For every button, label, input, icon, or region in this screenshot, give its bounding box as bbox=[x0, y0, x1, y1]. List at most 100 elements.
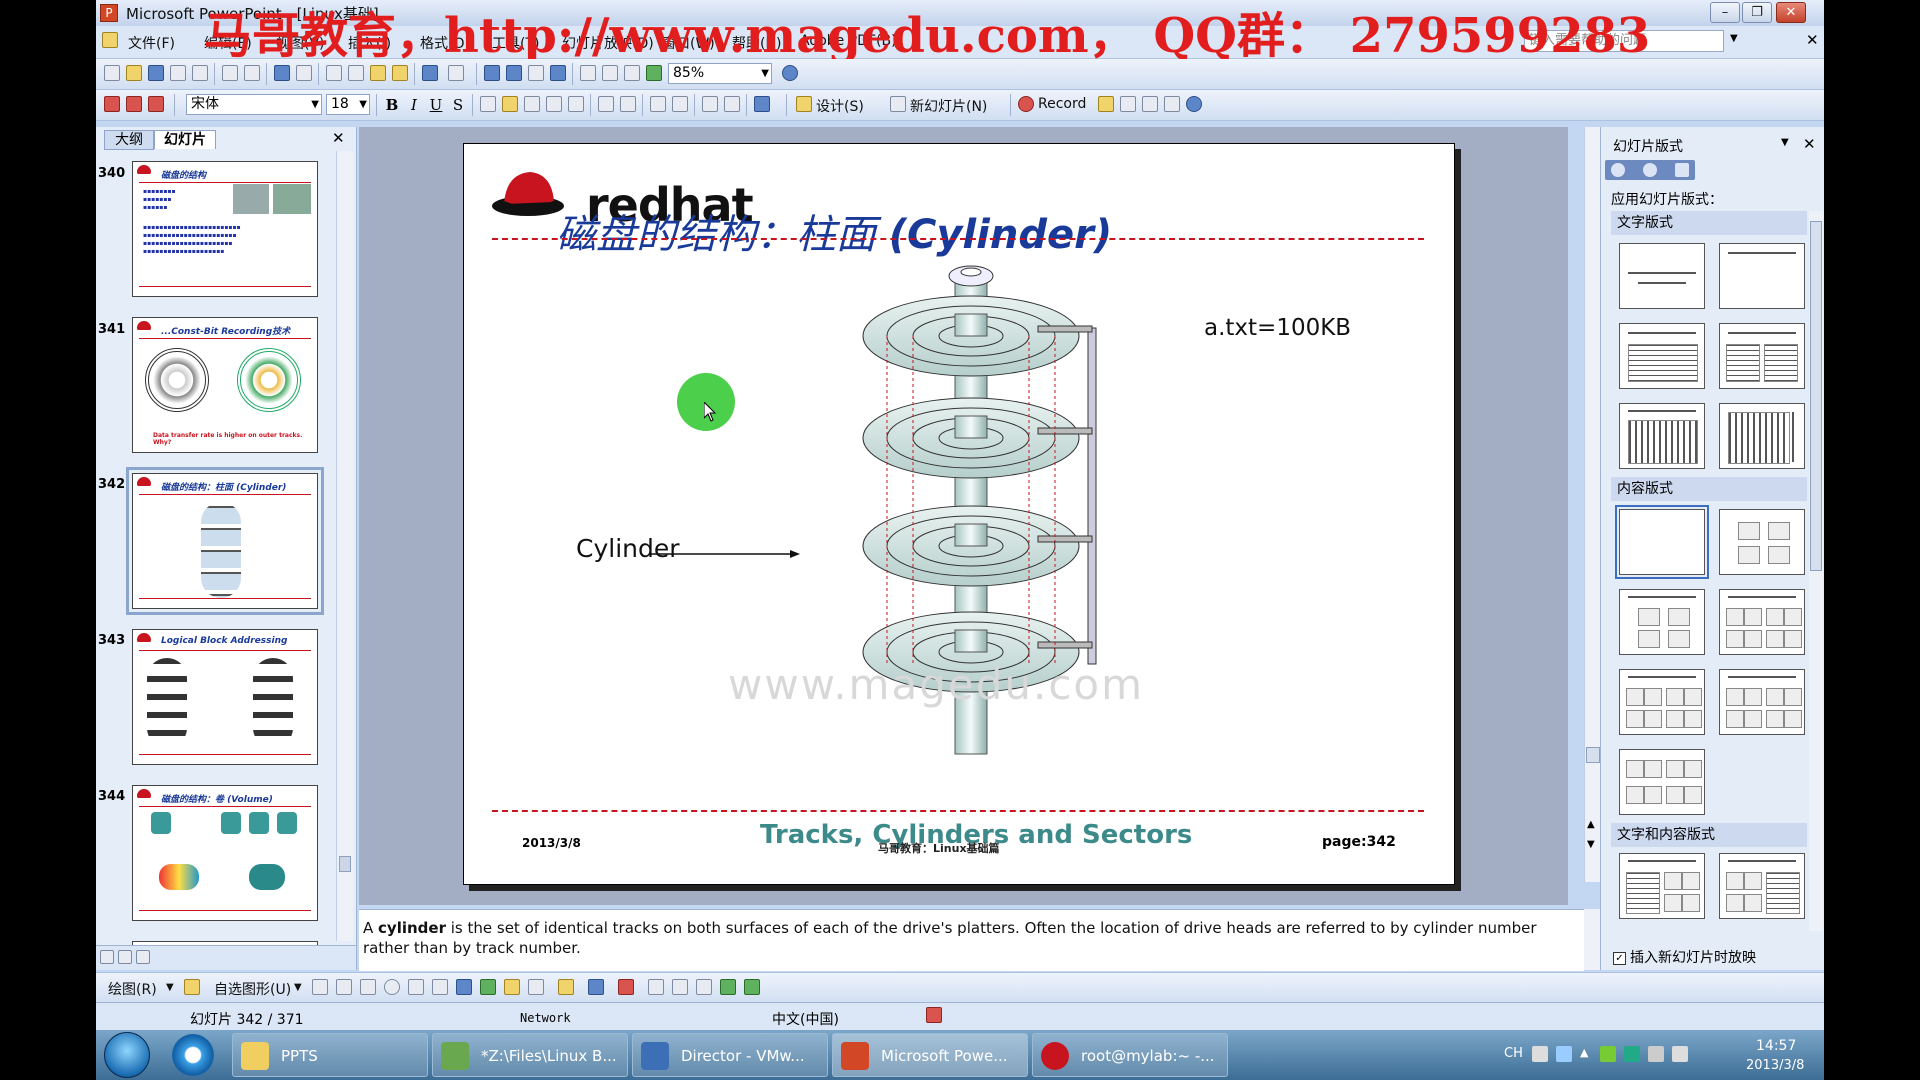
slideshow-view-icon[interactable] bbox=[136, 950, 150, 964]
format-painter-icon[interactable] bbox=[392, 65, 408, 81]
draw-menu-button[interactable]: 绘图(R) bbox=[108, 979, 157, 999]
undo-icon[interactable] bbox=[422, 65, 438, 81]
select-objects-icon[interactable] bbox=[184, 979, 200, 995]
layout-content-and-text[interactable] bbox=[1719, 853, 1805, 919]
checkbox-check-icon[interactable]: ✓ bbox=[1613, 951, 1626, 965]
clock-time[interactable]: 14:57 bbox=[1756, 1038, 1796, 1054]
clock-date[interactable]: 2013/3/8 bbox=[1746, 1058, 1804, 1073]
layout-title-four-content[interactable] bbox=[1619, 749, 1705, 815]
slide-sorter-view-icon[interactable] bbox=[118, 950, 132, 964]
shadow-style-icon[interactable] bbox=[720, 979, 736, 995]
thumbnails-scrollbar[interactable] bbox=[336, 151, 353, 941]
italic-button[interactable]: I bbox=[404, 95, 424, 115]
font-color-draw-icon[interactable] bbox=[618, 979, 634, 995]
new-slide-icon[interactable] bbox=[890, 96, 906, 112]
keyboard-icon[interactable] bbox=[1532, 1046, 1548, 1062]
help-icon[interactable] bbox=[782, 65, 798, 81]
paste-icon[interactable] bbox=[370, 65, 386, 81]
rectangle-tool-icon[interactable] bbox=[360, 979, 376, 995]
forward-icon[interactable] bbox=[1643, 163, 1657, 177]
print-icon[interactable] bbox=[222, 65, 238, 81]
numbering-icon[interactable] bbox=[598, 96, 614, 112]
tab-slides[interactable]: 幻灯片 bbox=[154, 130, 216, 149]
save-icon[interactable] bbox=[148, 65, 164, 81]
layout-vertical-text[interactable] bbox=[1619, 403, 1705, 469]
bold-button[interactable]: B bbox=[382, 95, 402, 115]
layout-content[interactable] bbox=[1719, 509, 1805, 575]
new-slide-button[interactable]: 新幻灯片(N) bbox=[910, 96, 987, 116]
pdf-email-icon[interactable] bbox=[126, 96, 142, 112]
input-language-indicator[interactable]: CH bbox=[1504, 1046, 1523, 1061]
font-color-icon[interactable] bbox=[754, 96, 770, 112]
font-name-select[interactable]: 宋体 ▼ bbox=[186, 94, 322, 115]
print-preview-icon[interactable] bbox=[244, 65, 260, 81]
network-icon[interactable] bbox=[1648, 1046, 1664, 1062]
font-size-dropdown-icon[interactable]: ▼ bbox=[359, 95, 367, 114]
record-help-icon[interactable] bbox=[1186, 96, 1202, 112]
draw-dropdown-icon[interactable]: ▼ bbox=[166, 982, 174, 993]
design-button[interactable]: 设计(S) bbox=[816, 96, 864, 116]
research-icon[interactable] bbox=[296, 65, 312, 81]
shadow-button[interactable]: S bbox=[448, 95, 468, 115]
internet-explorer-icon[interactable] bbox=[172, 1034, 214, 1076]
layout-title-text[interactable] bbox=[1619, 323, 1705, 389]
taskbar-item-vmware[interactable]: Director - VMw... bbox=[632, 1033, 828, 1077]
layout-two-content[interactable] bbox=[1719, 589, 1805, 655]
tray-app-icon[interactable] bbox=[1600, 1046, 1616, 1062]
normal-view-icon[interactable] bbox=[100, 950, 114, 964]
scroll-thumb[interactable] bbox=[1586, 747, 1600, 763]
line-style-icon[interactable] bbox=[648, 979, 664, 995]
slide-vertical-scrollbar[interactable]: ▲ ▼ bbox=[1584, 127, 1601, 882]
screen-tool-icon[interactable] bbox=[1142, 96, 1158, 112]
slide-thumbnail-343[interactable]: Logical Block Addressing bbox=[132, 629, 318, 765]
increase-indent-icon[interactable] bbox=[724, 96, 740, 112]
show-grid-icon[interactable] bbox=[624, 65, 640, 81]
layout-title-slide[interactable] bbox=[1619, 243, 1705, 309]
back-icon[interactable] bbox=[1611, 163, 1625, 177]
pdf-review-icon[interactable] bbox=[148, 96, 164, 112]
tables-borders-icon[interactable] bbox=[528, 65, 544, 81]
task-pane-scrollbar[interactable] bbox=[1809, 211, 1823, 931]
wordart-icon[interactable] bbox=[456, 979, 472, 995]
show-formatting-icon[interactable] bbox=[602, 65, 618, 81]
arrow-tool-icon[interactable] bbox=[336, 979, 352, 995]
distributed-icon[interactable] bbox=[568, 96, 584, 112]
notes-text[interactable]: A cylinder is the set of identical track… bbox=[363, 918, 1553, 958]
close-window-button[interactable]: ✕ bbox=[1776, 2, 1806, 23]
new-icon[interactable] bbox=[104, 65, 120, 81]
taskbar-item-powerpoint[interactable]: Microsoft Powe... bbox=[832, 1033, 1028, 1077]
autoshapes-dropdown-icon[interactable]: ▼ bbox=[294, 982, 302, 993]
copy-icon[interactable] bbox=[348, 65, 364, 81]
email-icon[interactable] bbox=[192, 65, 208, 81]
pdf-convert-icon[interactable] bbox=[104, 96, 120, 112]
tab-outline[interactable]: 大纲 bbox=[104, 130, 154, 150]
show-hidden-icons-icon[interactable]: ▲ bbox=[1580, 1046, 1596, 1062]
current-slide[interactable]: redhat 磁盘的结构：柱面 (Cylinder) a.txt=100KB C… bbox=[463, 143, 1455, 885]
layout-title-content[interactable] bbox=[1619, 589, 1705, 655]
start-button[interactable] bbox=[104, 1032, 150, 1078]
home-icon[interactable] bbox=[1675, 163, 1689, 177]
notes-scrollbar[interactable] bbox=[1584, 909, 1600, 970]
layout-vertical-title-text[interactable] bbox=[1719, 403, 1805, 469]
align-right-icon[interactable] bbox=[524, 96, 540, 112]
zoom-dropdown-icon[interactable]: ▼ bbox=[761, 64, 769, 83]
spelling-status-icon[interactable] bbox=[926, 1007, 942, 1023]
taskbar-item-editor[interactable]: *Z:\Files\Linux B... bbox=[432, 1033, 628, 1077]
slide-thumbnail-342[interactable]: 磁盘的结构：柱面 (Cylinder) bbox=[126, 467, 324, 615]
vertical-textbox-icon[interactable] bbox=[432, 979, 448, 995]
line-color-icon[interactable] bbox=[588, 979, 604, 995]
insert-table-icon[interactable] bbox=[506, 65, 522, 81]
dash-style-icon[interactable] bbox=[672, 979, 688, 995]
notes-pane[interactable]: A cylinder is the set of identical track… bbox=[359, 909, 1584, 971]
zoom-select[interactable]: 85% ▼ bbox=[668, 63, 772, 84]
align-left-icon[interactable] bbox=[480, 96, 496, 112]
clip-art-icon[interactable] bbox=[504, 979, 520, 995]
insert-picture-icon[interactable] bbox=[528, 979, 544, 995]
taskbar-item-ppts[interactable]: PPTS bbox=[232, 1033, 428, 1077]
layout-two-column-text[interactable] bbox=[1719, 323, 1805, 389]
close-panel-icon[interactable]: ✕ bbox=[332, 129, 345, 147]
taskbar-item-terminal[interactable]: root@mylab:~ -... bbox=[1032, 1033, 1228, 1077]
font-name-dropdown-icon[interactable]: ▼ bbox=[311, 95, 319, 114]
layout-blank[interactable] bbox=[1615, 505, 1709, 579]
diagram-icon[interactable] bbox=[480, 979, 496, 995]
